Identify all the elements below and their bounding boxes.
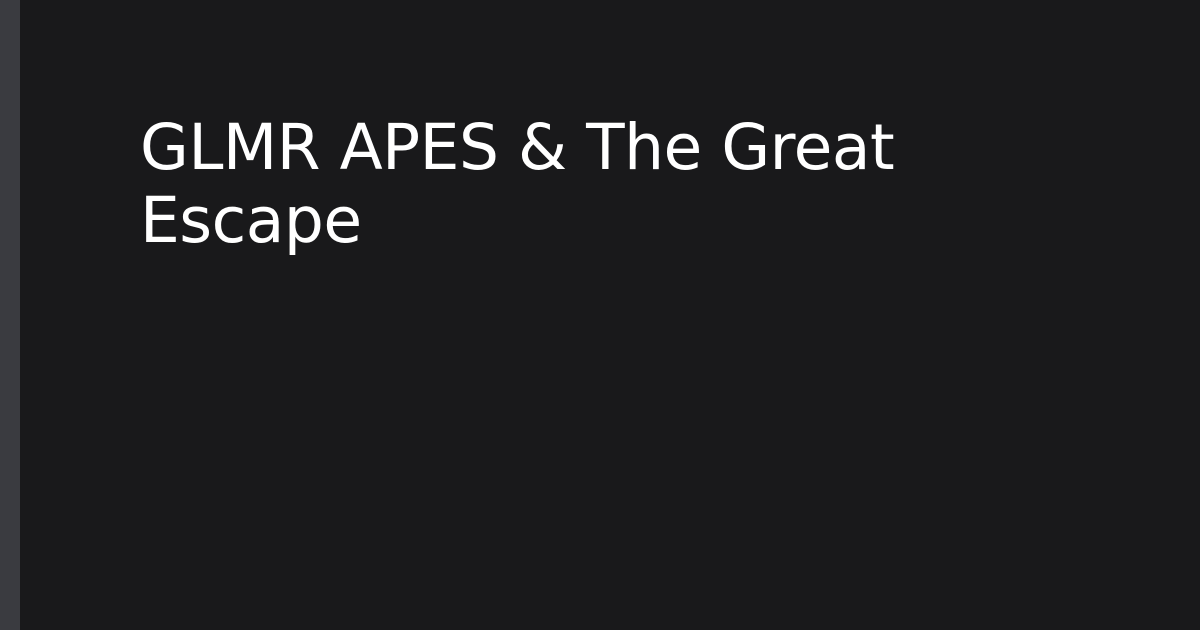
social-preview-card: GLMR APES & The Great Escape: [0, 0, 1200, 630]
accent-bar: [0, 0, 20, 630]
page-title: GLMR APES & The Great Escape: [140, 111, 895, 257]
